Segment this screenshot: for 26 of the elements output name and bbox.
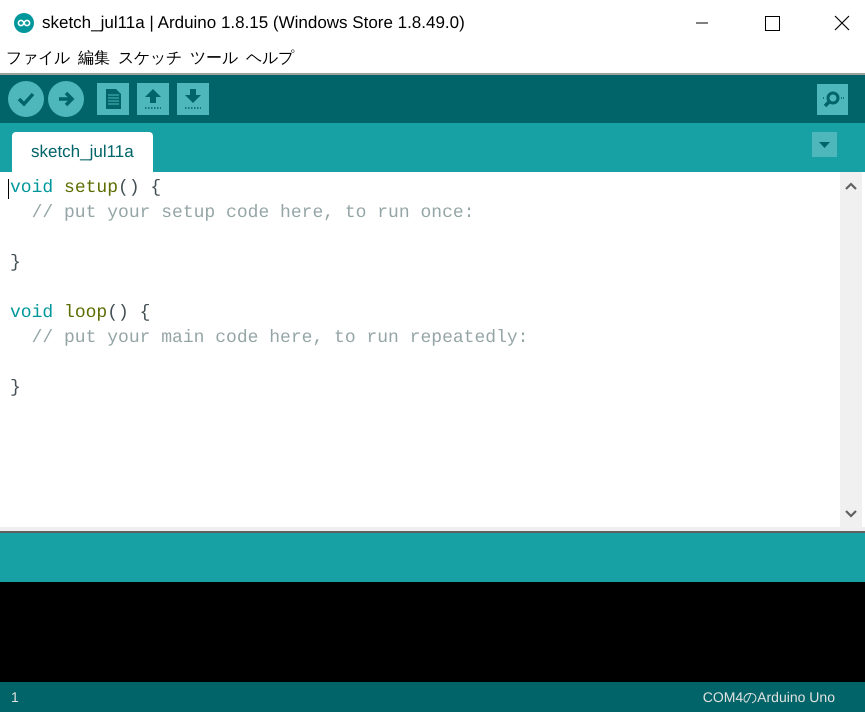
menu-item[interactable]: ファイル xyxy=(6,47,70,71)
verify-checkmark-icon[interactable] xyxy=(8,81,44,117)
board-port-label: COM4のArduino Uno xyxy=(702,688,835,706)
window-title: sketch_jul11a | Arduino 1.8.15 (Windows Store 1.8.49.0) xyxy=(42,12,465,34)
code-token: () { xyxy=(118,178,162,198)
line-number: 1 xyxy=(11,688,19,706)
menu-item[interactable]: ツール xyxy=(190,47,238,71)
sketch-tab[interactable]: sketch_jul11a xyxy=(12,132,153,172)
code-comment: // put your main code here, to run repeatedly: xyxy=(30,328,528,348)
menu-item[interactable]: スケッチ xyxy=(118,47,182,71)
code-token: () { xyxy=(107,303,150,323)
menu-item[interactable]: 編集 xyxy=(78,47,110,71)
new-file-icon[interactable] xyxy=(97,83,129,115)
tab-menu-dropdown-icon[interactable] xyxy=(812,132,837,157)
menu-item[interactable]: ヘルプ xyxy=(246,47,294,71)
code-token: void xyxy=(10,178,54,198)
code-token: void xyxy=(10,303,54,323)
code-token: } xyxy=(10,378,21,398)
text-cursor xyxy=(8,179,9,199)
code-token: } xyxy=(10,253,21,273)
serial-monitor-magnifier-icon[interactable] xyxy=(817,84,848,114)
code-token: setup xyxy=(63,178,118,198)
app-logo-icon xyxy=(14,12,34,32)
vertical-scrollbar[interactable] xyxy=(840,172,862,527)
code-token: loop xyxy=(63,303,108,323)
code-comment: // put your setup code here, to run once: xyxy=(30,203,474,223)
